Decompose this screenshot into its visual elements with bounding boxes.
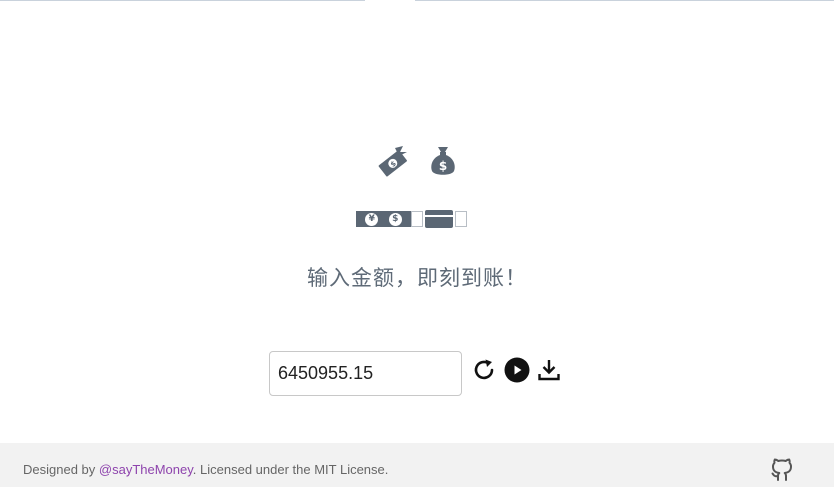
- github-icon: [771, 458, 792, 481]
- flying-money-icon: $: [377, 144, 411, 178]
- footer-prefix: Designed by: [23, 462, 99, 477]
- top-divider-right: [415, 0, 834, 1]
- bill-icon: ¥ $: [356, 211, 411, 227]
- footer-credits: Designed by @sayTheMoney. Licensed under…: [23, 462, 388, 477]
- footer-license: . Licensed under the MIT License.: [192, 462, 389, 477]
- play-icon: [504, 357, 530, 383]
- refresh-icon: [474, 359, 494, 380]
- dollar-coin-icon: $: [388, 212, 402, 226]
- reset-button[interactable]: [471, 357, 497, 383]
- money-bag-icon: $: [429, 144, 457, 178]
- money-strip: ¥ $: [356, 210, 467, 228]
- footer: Designed by @sayTheMoney. Licensed under…: [0, 443, 834, 487]
- money-bag-symbol: $: [439, 159, 447, 173]
- empty-slot-left: [411, 211, 423, 227]
- author-link[interactable]: @sayTheMoney: [99, 462, 193, 477]
- github-link[interactable]: [769, 456, 795, 482]
- page: $ $ ¥ $ 输入金额，即刻到账！ 6450955.15 Designed b…: [0, 0, 834, 487]
- top-divider-left: [0, 0, 365, 1]
- amount-input[interactable]: [269, 351, 462, 396]
- credit-card-icon: [425, 210, 453, 228]
- empty-slot-right: [455, 211, 467, 227]
- download-icon: [538, 360, 560, 381]
- play-button[interactable]: [504, 357, 530, 383]
- yen-coin-icon: ¥: [365, 212, 379, 226]
- hero-icons: $ $: [0, 144, 834, 178]
- download-button[interactable]: [536, 357, 562, 383]
- tagline: 输入金额，即刻到账！: [307, 266, 527, 290]
